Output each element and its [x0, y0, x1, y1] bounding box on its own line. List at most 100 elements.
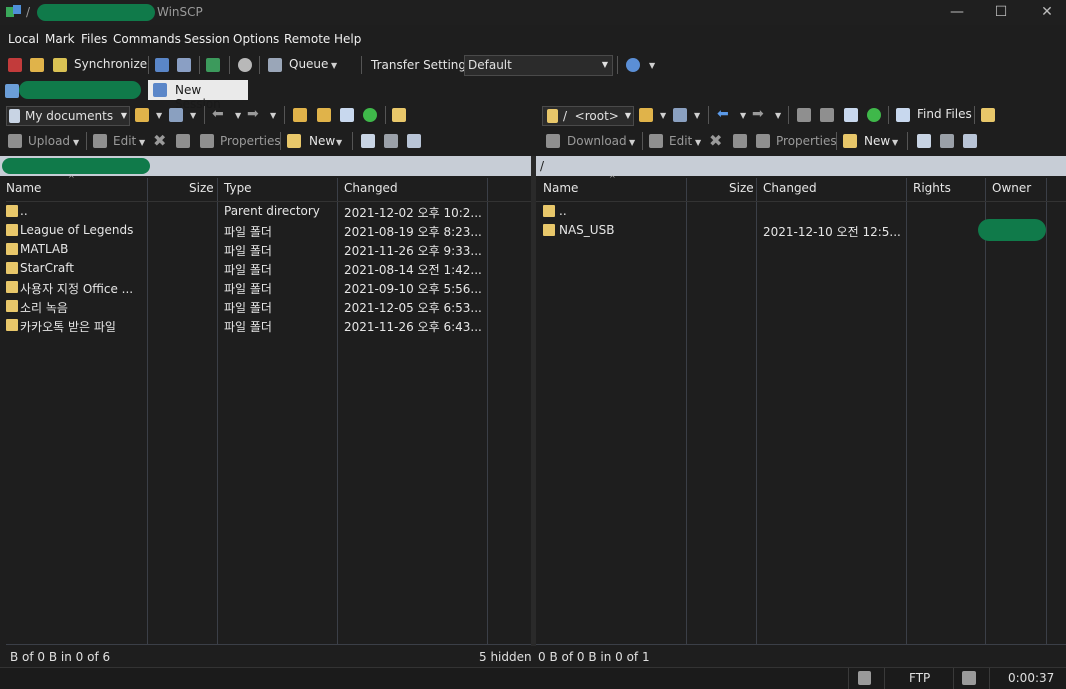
file-name: .. [559, 204, 567, 218]
compare-directories-icon[interactable] [8, 58, 22, 72]
right-col-size[interactable]: Size [729, 181, 754, 195]
menu-commands[interactable]: Commands [113, 32, 181, 46]
menu-options[interactable]: Options [233, 32, 279, 46]
chevron-down-icon[interactable]: ▼ [649, 61, 655, 70]
chevron-down-icon[interactable]: ▼ [629, 138, 635, 147]
column-divider [686, 178, 687, 644]
left-back-icon[interactable]: ⬅ [212, 106, 224, 122]
left-status-text: B of 0 B in 0 of 6 [10, 650, 111, 664]
keep-up-to-date-icon[interactable] [30, 58, 44, 72]
left-col-type[interactable]: Type [224, 181, 252, 195]
panel-splitter[interactable] [531, 156, 536, 646]
chevron-down-icon[interactable]: ▼ [660, 111, 666, 120]
left-hidden-count[interactable]: 5 hidden [479, 650, 532, 664]
transfer-settings-select[interactable]: Default ▼ [464, 55, 613, 76]
right-unselect-icon[interactable] [940, 134, 954, 148]
right-home-icon[interactable] [844, 108, 858, 122]
left-edit-button[interactable]: Edit [113, 134, 136, 148]
queue-dropdown-icon[interactable]: ▼ [331, 61, 337, 70]
menu-remote[interactable]: Remote [284, 32, 330, 46]
right-delete-icon[interactable]: ✖ [709, 131, 722, 150]
chevron-down-icon[interactable]: ▼ [139, 138, 145, 147]
chevron-down-icon[interactable]: ▼ [694, 111, 700, 120]
right-edit-button[interactable]: Edit [669, 134, 692, 148]
chevron-down-icon[interactable]: ▼ [740, 111, 746, 120]
left-unselect-icon[interactable] [384, 134, 398, 148]
right-back-icon[interactable]: ⬅ [717, 106, 729, 122]
right-col-rights[interactable]: Rights [913, 181, 951, 195]
menu-help[interactable]: Help [334, 32, 361, 46]
find-files-button[interactable]: Find Files [917, 107, 972, 121]
chevron-down-icon[interactable]: ▼ [775, 111, 781, 120]
right-filter-icon[interactable] [673, 108, 687, 122]
redacted-local-path [2, 158, 150, 174]
left-col-changed[interactable]: Changed [344, 181, 398, 195]
chevron-down-icon[interactable]: ▼ [156, 111, 162, 120]
left-delete-icon[interactable]: ✖ [153, 131, 166, 150]
left-filter-select-icon[interactable] [407, 134, 421, 148]
chevron-down-icon[interactable]: ▼ [695, 138, 701, 147]
right-rename-icon[interactable] [733, 134, 747, 148]
right-properties-button[interactable]: Properties [776, 134, 837, 148]
right-col-owner[interactable]: Owner [992, 181, 1031, 195]
queue-button[interactable]: Queue [289, 57, 328, 71]
menu-local[interactable]: Local [8, 32, 39, 46]
left-location-select[interactable]: My documents ▼ [6, 106, 130, 126]
right-forward-icon[interactable]: ➡ [752, 106, 764, 122]
left-home-icon[interactable] [340, 108, 354, 122]
menu-mark[interactable]: Mark [45, 32, 75, 46]
chevron-down-icon[interactable]: ▼ [235, 111, 241, 120]
left-forward-icon[interactable]: ➡ [247, 106, 259, 122]
right-root-dir-icon[interactable] [820, 108, 834, 122]
chevron-down-icon[interactable]: ▼ [270, 111, 276, 120]
preferences-gear-icon[interactable] [238, 58, 252, 72]
left-properties-button[interactable]: Properties [220, 134, 281, 148]
menu-session[interactable]: Session [184, 32, 230, 46]
maximize-button[interactable]: ☐ [986, 4, 1016, 20]
chevron-down-icon[interactable]: ▼ [190, 111, 196, 120]
download-button[interactable]: Download [567, 134, 627, 148]
sort-ascending-icon: ^ [68, 174, 75, 183]
right-tree-icon[interactable] [981, 108, 995, 122]
left-select-all-icon[interactable] [361, 134, 375, 148]
transfer-settings-value: Default [468, 58, 512, 72]
minimize-button[interactable]: — [942, 4, 972, 20]
left-rename-icon[interactable] [176, 134, 190, 148]
left-refresh-icon[interactable] [363, 108, 377, 122]
chevron-down-icon[interactable]: ▼ [336, 138, 342, 147]
right-new-button[interactable]: New [864, 134, 890, 148]
left-new-button[interactable]: New [309, 134, 335, 148]
synchronize-button[interactable]: Synchronize [74, 57, 147, 71]
folder-icon [6, 224, 18, 236]
upload-button[interactable]: Upload [28, 134, 70, 148]
left-tree-icon[interactable] [392, 108, 406, 122]
right-open-folder-icon[interactable] [639, 108, 653, 122]
properties-icon [200, 134, 214, 148]
file-changed: 2021-12-02 오후 10:2... [344, 206, 482, 220]
left-col-name[interactable]: Name [6, 181, 41, 195]
file-name: StarCraft [20, 261, 74, 275]
chevron-down-icon[interactable]: ▼ [892, 138, 898, 147]
right-parent-dir-icon[interactable] [797, 108, 811, 122]
close-button[interactable]: ✕ [1032, 4, 1062, 20]
right-refresh-icon[interactable] [867, 108, 881, 122]
download-icon [546, 134, 560, 148]
redacted-session-tab[interactable] [19, 81, 141, 99]
menu-files[interactable]: Files [81, 32, 107, 46]
transfer-globe-icon[interactable] [626, 58, 640, 72]
remote-terminal-icon[interactable] [206, 58, 220, 72]
putty-icon[interactable] [177, 58, 191, 72]
right-select-all-icon[interactable] [917, 134, 931, 148]
left-parent-dir-icon[interactable] [293, 108, 307, 122]
left-root-dir-icon[interactable] [317, 108, 331, 122]
left-filter-icon[interactable] [169, 108, 183, 122]
console-icon[interactable] [155, 58, 169, 72]
left-col-size[interactable]: Size [189, 181, 214, 195]
right-col-changed[interactable]: Changed [763, 181, 817, 195]
right-col-name[interactable]: Name [543, 181, 578, 195]
right-location-select[interactable]: / <root> ▼ [542, 106, 634, 126]
new-session-tab[interactable]: New Session [148, 80, 248, 111]
left-open-folder-icon[interactable] [135, 108, 149, 122]
chevron-down-icon[interactable]: ▼ [73, 138, 79, 147]
right-filter-select-icon[interactable] [963, 134, 977, 148]
